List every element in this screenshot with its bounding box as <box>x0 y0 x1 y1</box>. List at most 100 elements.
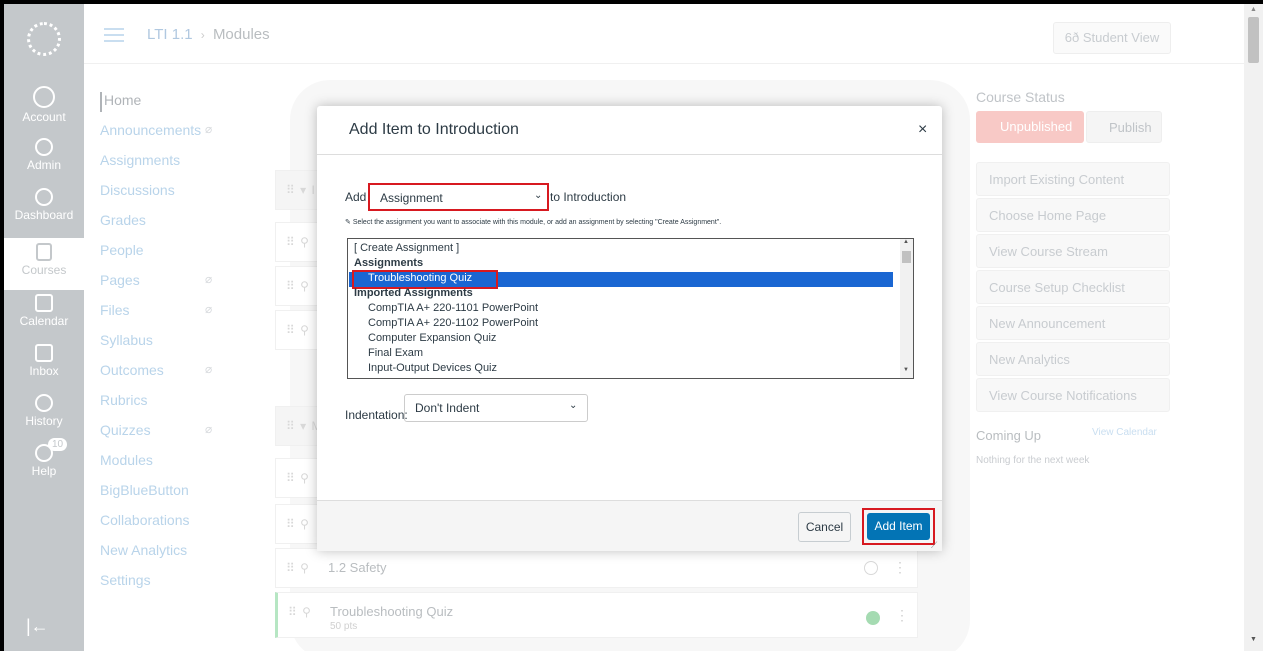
global-nav-account[interactable]: Account <box>4 86 84 124</box>
calendar-icon <box>35 294 53 312</box>
global-nav-label: Help <box>31 464 57 478</box>
course-nav-pages[interactable]: Pages ⌀ <box>100 272 230 292</box>
list-option[interactable]: Computer Expansion Quiz <box>368 332 496 344</box>
scroll-up-icon[interactable]: ▲ <box>903 239 909 245</box>
add-item-callout: Add Item <box>862 508 935 545</box>
drag-handle-icon[interactable]: ⠿ ⚲ <box>286 279 310 293</box>
drag-handle-icon[interactable]: ⠿ ⚲ <box>286 561 310 575</box>
course-nav-discussions[interactable]: Discussions <box>100 182 230 202</box>
add-item-button[interactable]: Add Item <box>867 513 930 540</box>
course-nav-grades[interactable]: Grades <box>100 212 230 232</box>
drag-handle-icon[interactable]: ⠿ ▾ I <box>286 183 316 197</box>
global-nav-label: Account <box>22 110 66 124</box>
new-analytics-button[interactable]: New Analytics <box>976 342 1170 376</box>
course-nav-label: People <box>100 242 144 258</box>
course-nav-announcements[interactable]: Announcements ⌀ <box>100 122 230 142</box>
course-nav-new-analytics[interactable]: New Analytics <box>100 542 230 562</box>
course-nav-home[interactable]: Home <box>100 92 230 112</box>
page-scrollbar[interactable]: ▲ ▼ <box>1244 4 1263 651</box>
course-nav-files[interactable]: Files ⌀ <box>100 302 230 322</box>
student-view-button[interactable]: 6ð Student View <box>1053 22 1171 54</box>
module-item-row[interactable]: ⠿ ⚲ Troubleshooting Quiz 50 pts ⋮ <box>275 592 918 638</box>
course-nav-modules[interactable]: Modules <box>100 452 230 472</box>
list-option[interactable]: [ Create Assignment ] <box>354 242 459 254</box>
global-nav-admin[interactable]: Admin <box>4 138 84 172</box>
view-calendar-link[interactable]: View Calendar <box>1092 427 1157 438</box>
kebab-menu-icon[interactable]: ⋮ <box>893 559 907 576</box>
cancel-button[interactable]: Cancel <box>798 512 851 542</box>
account-icon <box>33 86 55 108</box>
help-text-label: Select the assignment you want to associ… <box>352 219 722 226</box>
chevron-down-icon: ⌄ <box>569 400 578 411</box>
course-nav-quizzes[interactable]: Quizzes ⌀ <box>100 422 230 442</box>
scroll-down-icon[interactable]: ▼ <box>1250 636 1257 643</box>
course-nav-syllabus[interactable]: Syllabus <box>100 332 230 352</box>
list-group-label: Assignments <box>354 257 424 269</box>
drag-handle-icon[interactable]: ⠿ ⚲ <box>286 323 310 337</box>
scroll-down-icon[interactable]: ▼ <box>903 367 909 373</box>
hamburger-menu-icon[interactable] <box>104 28 124 42</box>
list-option[interactable]: Final Exam <box>368 347 423 359</box>
course-nav-label: Files <box>100 302 130 318</box>
global-nav-history[interactable]: History <box>4 394 84 428</box>
drag-handle-icon[interactable]: ⠿ ⚲ <box>286 517 310 531</box>
help-badge: 10 <box>48 438 68 451</box>
list-option[interactable]: Input-Output Devices Quiz <box>368 362 497 374</box>
published-icon[interactable] <box>866 611 880 625</box>
drag-handle-icon[interactable]: ⠿ ⚲ <box>286 471 310 485</box>
publish-button[interactable]: Publish <box>1086 111 1162 143</box>
new-announcement-button[interactable]: New Announcement <box>976 306 1170 340</box>
list-option[interactable]: CompTIA A+ 220-1102 PowerPoint <box>368 317 538 329</box>
listbox-scroll-thumb[interactable] <box>902 251 911 263</box>
indentation-select[interactable]: Don't Indent ⌄ <box>404 394 588 422</box>
drag-handle-icon[interactable]: ⠿ ⚲ <box>286 235 310 249</box>
unpublish-button[interactable]: Unpublished <box>976 111 1084 143</box>
kebab-menu-icon[interactable]: ⋮ <box>895 607 909 624</box>
course-nav-label: Rubrics <box>100 392 148 408</box>
course-nav-settings[interactable]: Settings <box>100 572 230 592</box>
view-course-stream-button[interactable]: View Course Stream <box>976 234 1170 268</box>
indentation-label: Indentation: <box>345 408 408 422</box>
coming-up-heading: Coming Up <box>976 428 1042 443</box>
module-item-title[interactable]: Troubleshooting Quiz <box>330 604 453 619</box>
item-type-select[interactable]: Assignment ⌄ <box>368 183 549 211</box>
choose-home-page-button[interactable]: Choose Home Page <box>976 198 1170 232</box>
list-option[interactable]: CompTIA A+ 220-1101 PowerPoint <box>368 302 538 314</box>
course-nav-collaborations[interactable]: Collaborations <box>100 512 230 532</box>
view-course-notifications-button[interactable]: View Course Notifications <box>976 378 1170 412</box>
global-nav-help[interactable]: 10 Help <box>4 438 84 478</box>
drag-handle-icon[interactable]: ⠿ ⚲ <box>288 605 312 619</box>
course-nav-rubrics[interactable]: Rubrics <box>100 392 230 412</box>
breadcrumb-course[interactable]: LTI 1.1 <box>147 26 193 43</box>
global-nav-inbox[interactable]: Inbox <box>4 344 84 378</box>
course-setup-checklist-button[interactable]: Course Setup Checklist <box>976 270 1170 304</box>
global-nav-dashboard[interactable]: Dashboard <box>4 188 84 222</box>
module-item-points: 50 pts <box>330 621 358 632</box>
import-content-button[interactable]: Import Existing Content <box>976 162 1170 196</box>
assignment-listbox[interactable]: [ Create Assignment ] Assignments Troubl… <box>347 238 914 379</box>
course-nav-outcomes[interactable]: Outcomes ⌀ <box>100 362 230 382</box>
module-item-title[interactable]: 1.2 Safety <box>328 560 387 575</box>
hidden-icon: ⌀ <box>205 362 213 376</box>
scroll-up-icon[interactable]: ▲ <box>1250 6 1257 13</box>
canvas-logo-icon[interactable] <box>27 22 61 56</box>
list-group-label: Imported Assignments <box>354 287 473 299</box>
scrollbar-thumb[interactable] <box>1248 17 1259 63</box>
module-item-row[interactable]: ⠿ ⚲ 1.2 Safety ⋮ <box>275 548 918 588</box>
collapse-nav-icon[interactable]: |← <box>26 616 49 637</box>
course-nav-label: BigBlueButton <box>100 482 189 498</box>
course-nav-people[interactable]: People <box>100 242 230 262</box>
global-nav-courses[interactable]: Courses <box>4 238 84 290</box>
course-nav-assignments[interactable]: Assignments <box>100 152 230 172</box>
item-type-value: Assignment <box>380 191 443 205</box>
course-nav-bigbluebutton[interactable]: BigBlueButton <box>100 482 230 502</box>
global-nav-label: Inbox <box>29 364 59 378</box>
course-nav-label: Collaborations <box>100 512 190 528</box>
chevron-down-icon: ⌄ <box>534 190 543 201</box>
courses-icon <box>36 243 52 261</box>
global-nav-calendar[interactable]: Calendar <box>4 294 84 328</box>
close-icon[interactable]: × <box>918 121 927 139</box>
unpublished-icon[interactable] <box>864 561 878 575</box>
listbox-scrollbar[interactable]: ▲ ▼ <box>900 239 913 378</box>
resize-grip-icon[interactable]: ⟋ <box>931 540 937 551</box>
